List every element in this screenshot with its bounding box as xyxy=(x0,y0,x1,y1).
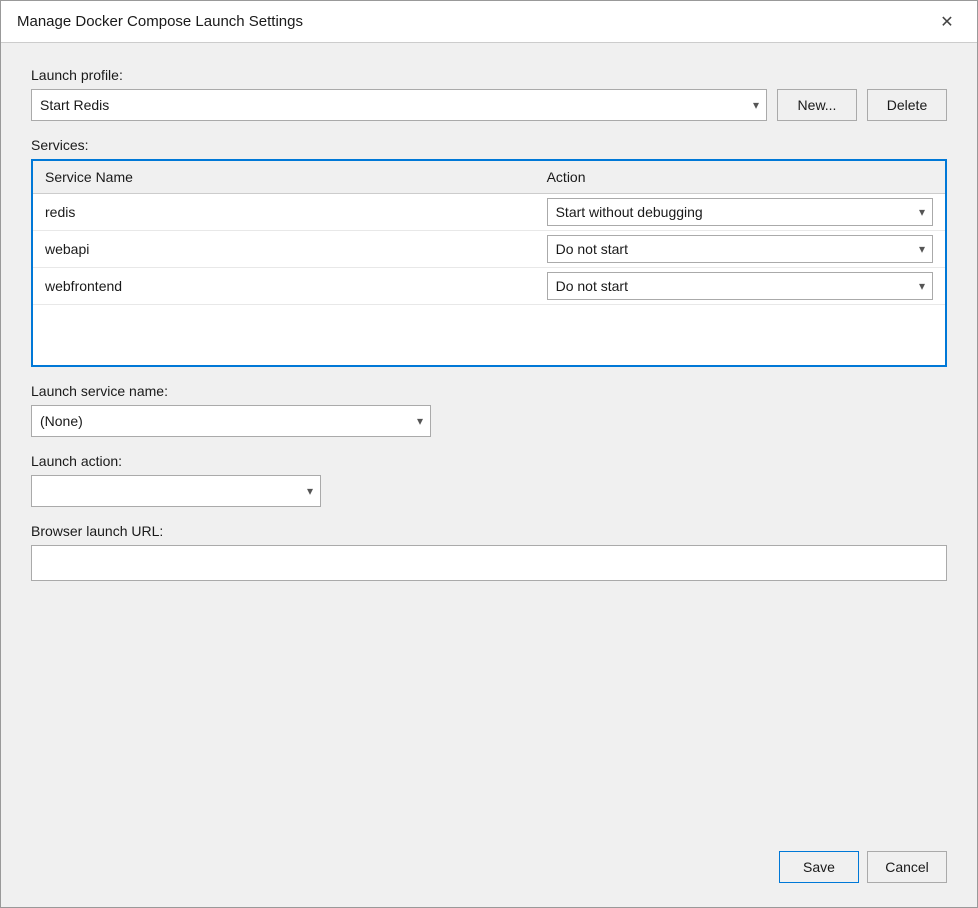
browser-launch-url-label: Browser launch URL: xyxy=(31,523,947,539)
action-select-wrapper: Start without debuggingStart with debugg… xyxy=(547,198,933,226)
action-cell: Start without debuggingStart with debugg… xyxy=(535,194,945,231)
action-select[interactable]: Start without debuggingStart with debugg… xyxy=(547,272,933,300)
services-label: Services: xyxy=(31,137,947,153)
launch-service-name-select[interactable]: (None) xyxy=(31,405,431,437)
profile-row: Start Redis New... Delete xyxy=(31,89,947,121)
launch-profile-label: Launch profile: xyxy=(31,67,947,83)
save-button[interactable]: Save xyxy=(779,851,859,883)
launch-action-select-wrapper xyxy=(31,475,321,507)
action-header: Action xyxy=(535,161,945,194)
service-name-cell: webfrontend xyxy=(33,268,535,305)
profile-select-wrap: Start Redis xyxy=(31,89,767,121)
close-button[interactable]: ✕ xyxy=(933,8,961,36)
table-header-row: Service Name Action xyxy=(33,161,945,194)
services-table: Service Name Action redis Start without d… xyxy=(33,161,945,365)
launch-action-section: Launch action: xyxy=(31,453,947,507)
table-row: redis Start without debuggingStart with d… xyxy=(33,194,945,231)
services-table-wrap: Service Name Action redis Start without d… xyxy=(31,159,947,367)
browser-launch-url-section: Browser launch URL: xyxy=(31,523,947,581)
table-empty-row xyxy=(33,305,945,365)
services-section: Services: Service Name Action redis Start… xyxy=(31,137,947,367)
action-select-wrapper: Start without debuggingStart with debugg… xyxy=(547,235,933,263)
action-select-wrapper: Start without debuggingStart with debugg… xyxy=(547,272,933,300)
action-cell: Start without debuggingStart with debugg… xyxy=(535,268,945,305)
footer-buttons: Save Cancel xyxy=(1,835,977,907)
cancel-button[interactable]: Cancel xyxy=(867,851,947,883)
action-select[interactable]: Start without debuggingStart with debugg… xyxy=(547,198,933,226)
service-name-cell: redis xyxy=(33,194,535,231)
dialog: Manage Docker Compose Launch Settings ✕ … xyxy=(0,0,978,908)
service-name-header: Service Name xyxy=(33,161,535,194)
table-row: webapi Start without debuggingStart with … xyxy=(33,231,945,268)
launch-action-label: Launch action: xyxy=(31,453,947,469)
new-button[interactable]: New... xyxy=(777,89,857,121)
launch-profile-select[interactable]: Start Redis xyxy=(31,89,767,121)
action-cell: Start without debuggingStart with debugg… xyxy=(535,231,945,268)
delete-button[interactable]: Delete xyxy=(867,89,947,121)
title-bar: Manage Docker Compose Launch Settings ✕ xyxy=(1,1,977,43)
table-row: webfrontend Start without debuggingStart … xyxy=(33,268,945,305)
launch-service-name-label: Launch service name: xyxy=(31,383,947,399)
launch-service-select-wrapper: (None) xyxy=(31,405,431,437)
service-name-cell: webapi xyxy=(33,231,535,268)
profile-select-wrapper: Start Redis xyxy=(31,89,767,121)
launch-service-name-section: Launch service name: (None) xyxy=(31,383,947,437)
action-select[interactable]: Start without debuggingStart with debugg… xyxy=(547,235,933,263)
launch-action-select[interactable] xyxy=(31,475,321,507)
launch-profile-section: Launch profile: Start Redis New... Delet… xyxy=(31,67,947,121)
dialog-title: Manage Docker Compose Launch Settings xyxy=(17,13,303,30)
browser-launch-url-input[interactable] xyxy=(31,545,947,581)
dialog-content: Launch profile: Start Redis New... Delet… xyxy=(1,43,977,835)
